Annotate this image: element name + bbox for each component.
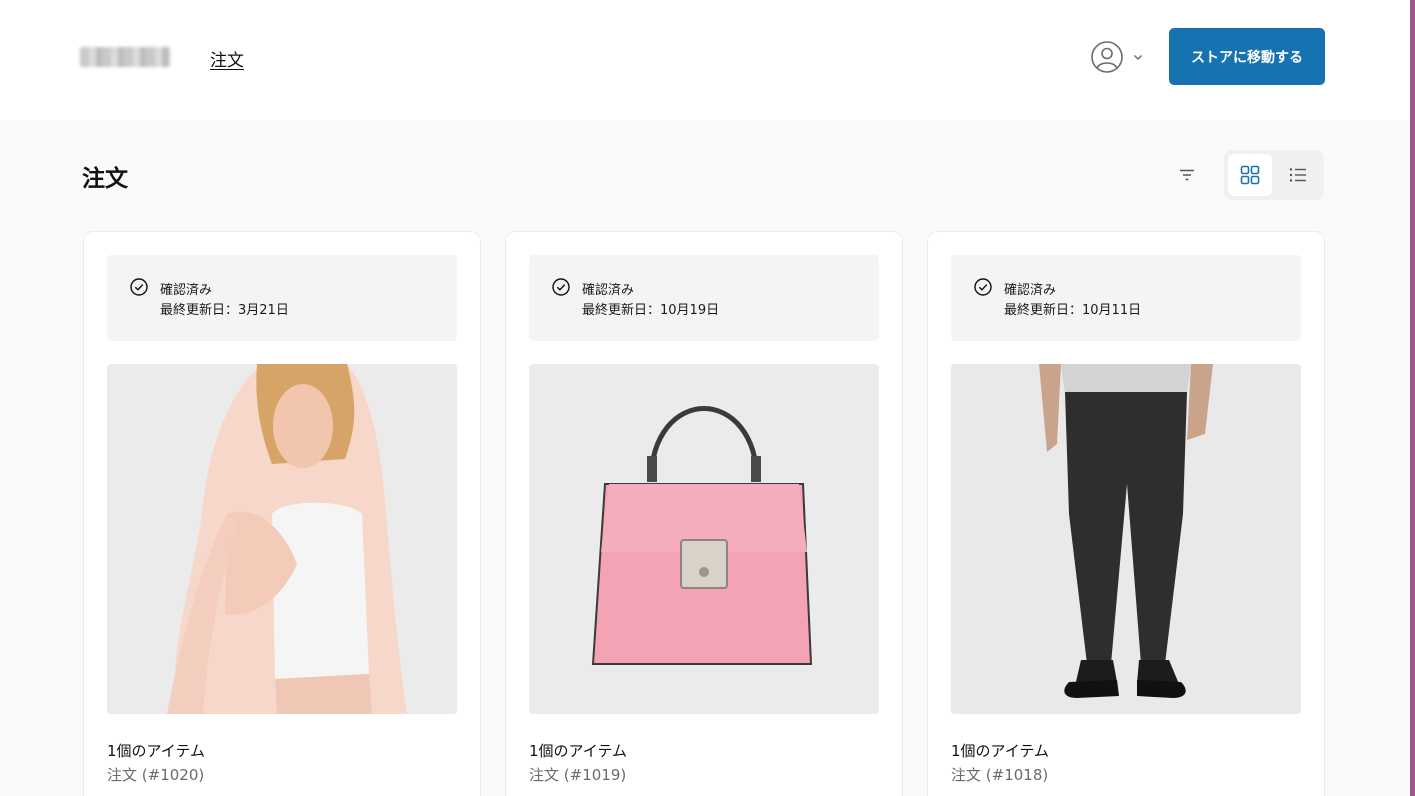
order-status-box: 確認済み 最終更新日：3月21日: [107, 255, 457, 341]
order-item-count: 1個のアイテム: [107, 742, 206, 760]
view-toggle: [1224, 150, 1324, 200]
order-updated-date: 最終更新日：3月21日: [160, 303, 289, 318]
check-circle-icon: [552, 278, 570, 296]
list-view-button[interactable]: [1276, 154, 1320, 196]
pink-handbag-photo: [529, 364, 879, 714]
order-number: 注文 (#1020): [107, 766, 205, 784]
order-item-count: 1個のアイテム: [951, 742, 1050, 760]
order-status-box: 確認済み 最終更新日：10月11日: [951, 255, 1301, 341]
store-logo[interactable]: [80, 47, 170, 67]
order-updated-date: 最終更新日：10月19日: [582, 303, 720, 318]
list-view-icon: [1289, 168, 1306, 182]
check-circle-icon: [974, 278, 992, 296]
order-number: 注文 (#1018): [951, 766, 1049, 784]
chevron-down-icon: [1134, 55, 1142, 60]
order-status-label: 確認済み: [1004, 283, 1057, 298]
page-title: 注文: [82, 166, 128, 192]
go-to-store-button[interactable]: ストアに移動する: [1169, 28, 1325, 85]
user-circle-icon: [1091, 41, 1123, 73]
order-number: 注文 (#1019): [529, 766, 627, 784]
orders-page: 注文 ストアに移動する 注文 確認済み 最終更新日：3月21日 1個のアイテム …: [0, 0, 1415, 796]
order-card[interactable]: 確認済み 最終更新日：10月19日 1個のアイテム 注文 (#1019): [505, 231, 903, 796]
check-circle-icon: [130, 278, 148, 296]
filter-icon: [1180, 169, 1194, 181]
order-status-box: 確認済み 最終更新日：10月19日: [529, 255, 879, 341]
order-card[interactable]: 確認済み 最終更新日：10月11日 1個のアイテム 注文 (#1018): [927, 231, 1325, 796]
account-menu[interactable]: [1090, 40, 1144, 74]
order-product-image[interactable]: [107, 364, 457, 714]
order-product-image[interactable]: [951, 364, 1301, 714]
black-jeans-photo: [951, 364, 1301, 714]
top-header: 注文 ストアに移動する: [0, 0, 1410, 120]
order-item-count: 1個のアイテム: [529, 742, 628, 760]
grid-view-icon: [1240, 165, 1260, 185]
order-product-image[interactable]: [529, 364, 879, 714]
order-updated-date: 最終更新日：10月11日: [1004, 303, 1142, 318]
filter-button[interactable]: [1172, 160, 1202, 190]
order-card[interactable]: 確認済み 最終更新日：3月21日 1個のアイテム 注文 (#1020): [83, 231, 481, 796]
order-status-label: 確認済み: [160, 283, 213, 298]
nav-link-orders[interactable]: 注文: [210, 46, 244, 71]
grid-view-button[interactable]: [1228, 154, 1272, 196]
window-edge: [1410, 0, 1415, 796]
woman-pink-scarf-photo: [107, 364, 457, 714]
order-status-label: 確認済み: [582, 283, 635, 298]
